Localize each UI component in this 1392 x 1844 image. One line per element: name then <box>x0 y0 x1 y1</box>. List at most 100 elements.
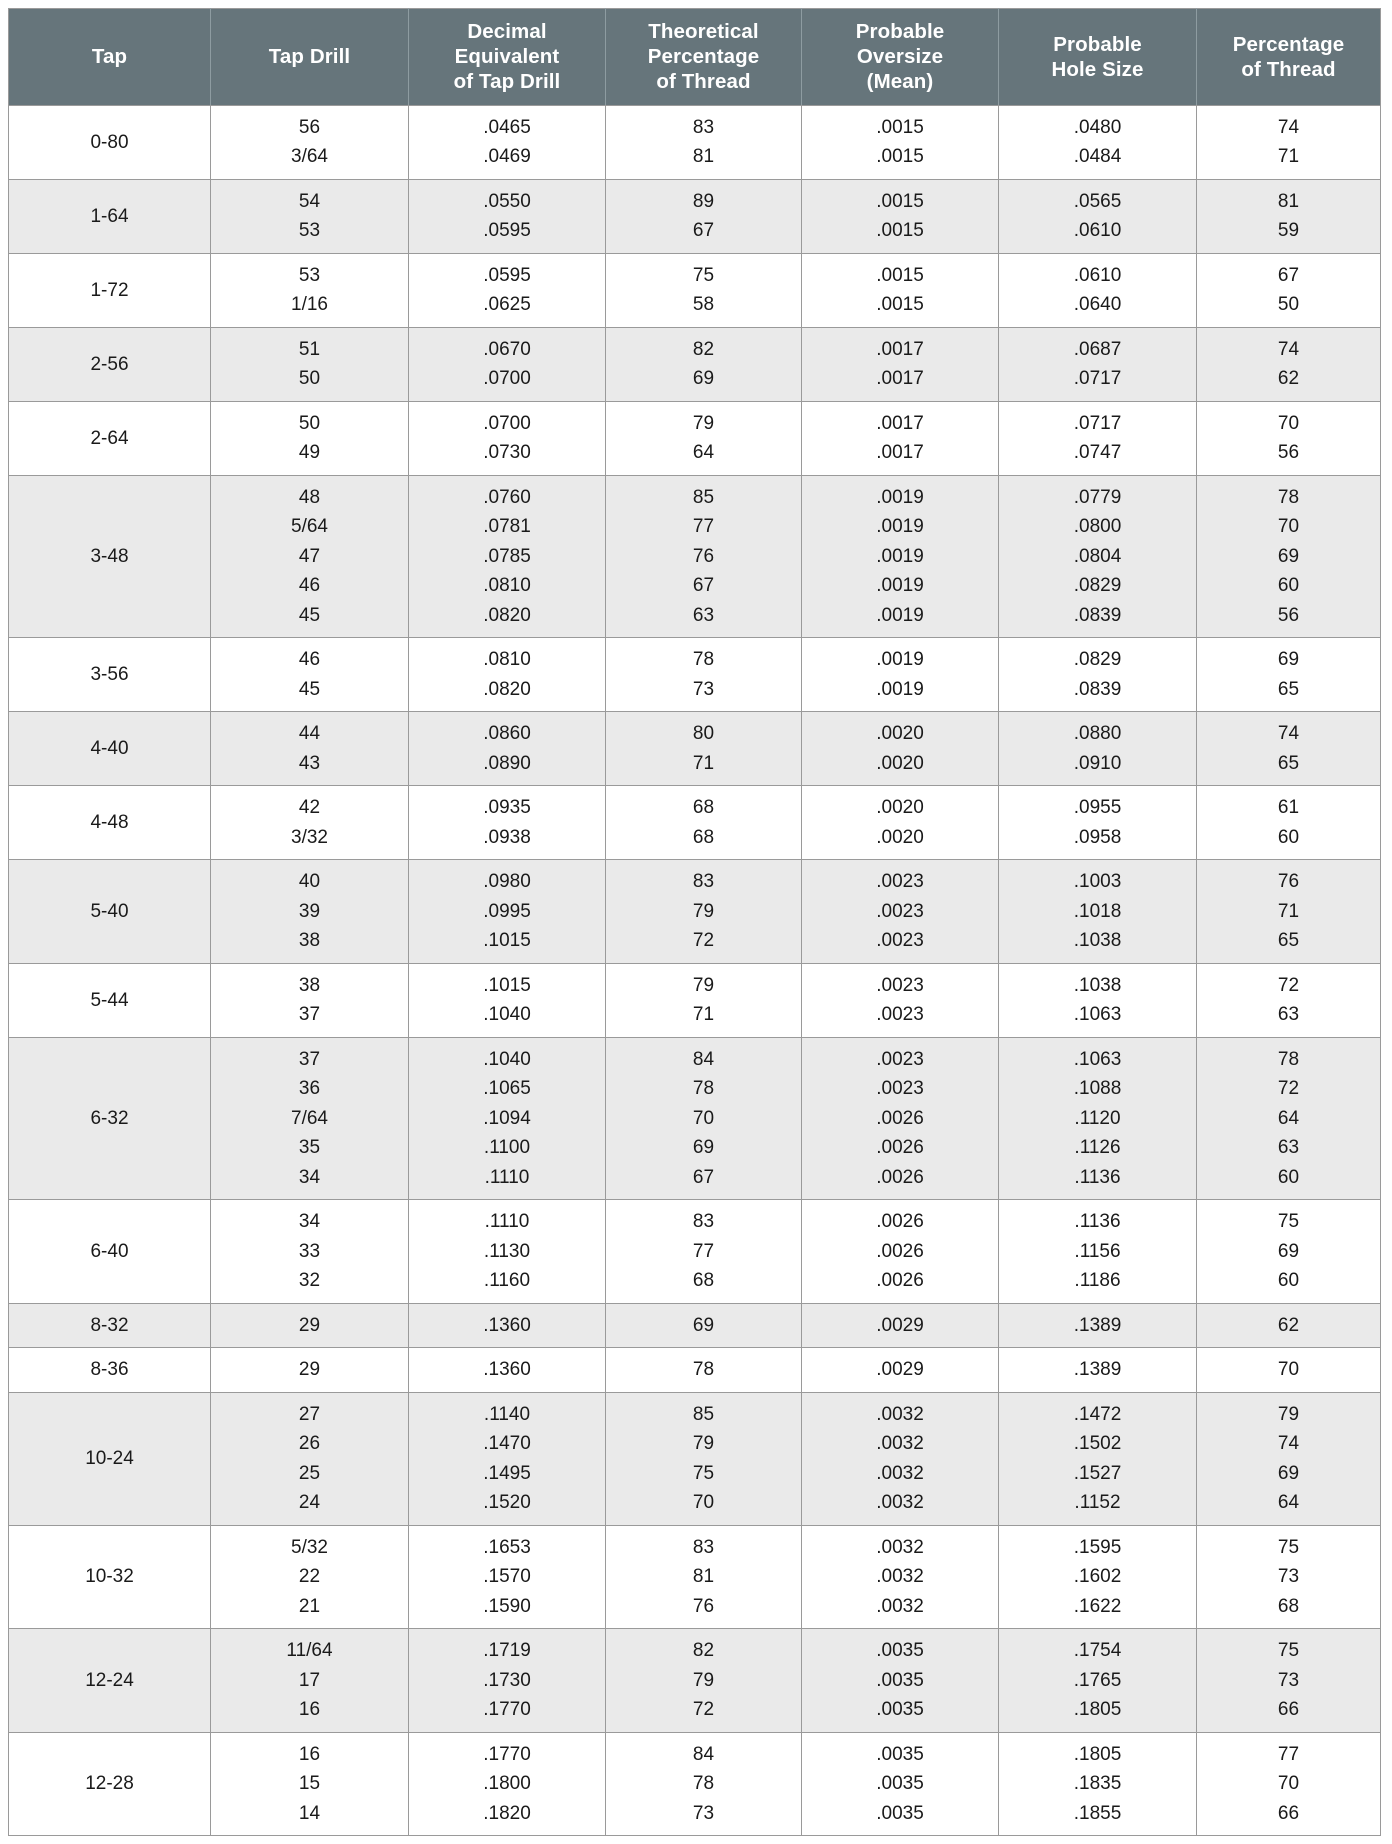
value-line: .1602 <box>1073 1566 1122 1588</box>
value-line: 16 <box>298 1743 321 1765</box>
value-line: 64 <box>692 442 715 464</box>
value-line: .1495 <box>483 1462 531 1484</box>
value-stack: .0019 .0019 .0019 .0019 .0019 <box>804 483 996 631</box>
value-line: .0730 <box>483 442 531 464</box>
column-header-line: of Thread <box>656 70 751 94</box>
value-line: .0015 <box>876 264 924 286</box>
value-stack: .0860 .0890 <box>411 719 603 778</box>
column-header-line: Percentage <box>647 45 760 69</box>
value-line: .0717 <box>1073 368 1122 390</box>
value-line: 75 <box>1277 1640 1300 1662</box>
value-stack: 75 69 60 <box>1199 1207 1378 1296</box>
cell-tap: 2-56 <box>8 326 211 402</box>
value-line: 78 <box>692 1773 715 1795</box>
cell-tap: 10-32 <box>8 1524 211 1629</box>
value-line: .0020 <box>876 752 924 774</box>
value-line: 42 <box>298 797 321 819</box>
value-line: .0020 <box>876 826 924 848</box>
value-line: .1527 <box>1073 1462 1122 1484</box>
cell-decimal: .0595 .0625 <box>408 252 606 328</box>
value-line: .0032 <box>876 1403 924 1425</box>
value-stack: .0779 .0800 .0804 .0829 .0839 <box>1001 483 1194 631</box>
value-stack: 54 53 <box>213 187 406 246</box>
cell-oversize: .0017 .0017 <box>801 326 999 402</box>
value-line: .1152 <box>1074 1492 1121 1514</box>
value-line: 34 <box>298 1166 321 1188</box>
cell-decimal: .0860 .0890 <box>408 711 606 786</box>
value-stack: .0465 .0469 <box>411 113 603 172</box>
value-line: .0026 <box>876 1211 924 1233</box>
value-stack: 42 3/32 <box>213 793 406 852</box>
value-line: .1186 <box>1074 1270 1121 1292</box>
value-stack: 75 58 <box>608 261 799 320</box>
value-line: 43 <box>298 752 321 774</box>
value-line: .0035 <box>876 1699 924 1721</box>
value-line: .0029 <box>876 1359 924 1381</box>
value-stack: 80 71 <box>608 719 799 778</box>
cell-oversize: .0020 .0020 <box>801 711 999 786</box>
value-line: 69 <box>1277 1462 1300 1484</box>
value-line: .0017 <box>876 368 924 390</box>
value-line: .0804 <box>1073 545 1122 567</box>
value-stack: 72 63 <box>1199 971 1378 1030</box>
value-stack: 69 <box>608 1311 799 1341</box>
value-line: .1110 <box>484 1166 530 1188</box>
value-line: .0017 <box>876 412 924 434</box>
value-stack: 79 74 69 64 <box>1199 1400 1378 1518</box>
value-stack: .0015 .0015 <box>804 113 996 172</box>
value-line: 70 <box>692 1492 715 1514</box>
table-row: 3-56 46 45.0810.0820 78 73.0019.0019.0829.08… <box>8 637 1381 712</box>
value-line: 39 <box>298 900 321 922</box>
value-line: 83 <box>692 1211 715 1233</box>
value-line: .1136 <box>1074 1211 1121 1233</box>
value-line: .0020 <box>876 797 924 819</box>
value-stack: 76 71 65 <box>1199 867 1378 956</box>
cell-theoretical: 78 <box>605 1347 802 1393</box>
value-line: 44 <box>298 723 321 745</box>
value-line: 65 <box>1277 930 1300 952</box>
table-row: 8-32 29 .1360 69 .0029 .1389 62 <box>8 1302 1381 1348</box>
value-line: .0935 <box>483 797 531 819</box>
cell-tap_drill: 44 43 <box>210 711 409 786</box>
value-line: 70 <box>692 1107 715 1129</box>
column-header-tap_drill: Tap Drill <box>210 8 409 106</box>
cell-percentage: 76 71 65 <box>1196 859 1381 964</box>
cell-tap_drill: 46 45 <box>210 637 409 712</box>
value-line: .0747 <box>1073 442 1122 464</box>
value-line: .1094 <box>483 1107 531 1129</box>
table-row: 1-64 54 53.0550.0595 89 67.0015.0015.0565.06… <box>8 178 1381 254</box>
value-stack: 83 81 <box>608 113 799 172</box>
column-header-line: Percentage <box>1232 32 1345 56</box>
value-line: .1389 <box>1073 1314 1122 1336</box>
cell-theoretical: 75 58 <box>605 252 802 328</box>
cell-percentage: 78 72 64 63 60 <box>1196 1036 1381 1200</box>
column-header-tap: Tap <box>8 8 211 106</box>
value-line: 60 <box>1277 826 1300 848</box>
value-stack: 70 <box>1199 1355 1378 1385</box>
value-line: .1015 <box>483 974 531 996</box>
cell-oversize: .0023 .0023 .0023 <box>801 859 999 964</box>
value-line: .0019 <box>876 649 924 671</box>
value-line: 34 <box>298 1211 321 1233</box>
value-stack: .0020 .0020 <box>804 719 996 778</box>
value-line: .0829 <box>1073 649 1122 671</box>
value-line: 70 <box>1277 1359 1300 1381</box>
value-line: .0032 <box>876 1595 924 1617</box>
value-line: 80 <box>692 723 715 745</box>
value-line: .1472 <box>1073 1403 1122 1425</box>
value-line: 79 <box>692 1669 715 1691</box>
cell-oversize: .0035 .0035 .0035 <box>801 1628 999 1733</box>
cell-decimal: .1360 <box>408 1347 606 1393</box>
value-line: .1835 <box>1073 1773 1122 1795</box>
value-line: 56 <box>1277 442 1300 464</box>
cell-theoretical: 84 78 70 69 67 <box>605 1036 802 1200</box>
value-stack: .1595 .1602 .1622 <box>1001 1533 1194 1622</box>
value-line: .1730 <box>483 1669 531 1691</box>
value-line: .0019 <box>876 575 924 597</box>
value-stack: 84 78 70 69 67 <box>608 1045 799 1193</box>
value-stack: 46 45 <box>213 645 406 704</box>
value-line: .0015 <box>876 146 924 168</box>
cell-theoretical: 85 79 75 70 <box>605 1391 802 1526</box>
cell-oversize: .0023 .0023 <box>801 962 999 1038</box>
value-line: 72 <box>692 1699 715 1721</box>
